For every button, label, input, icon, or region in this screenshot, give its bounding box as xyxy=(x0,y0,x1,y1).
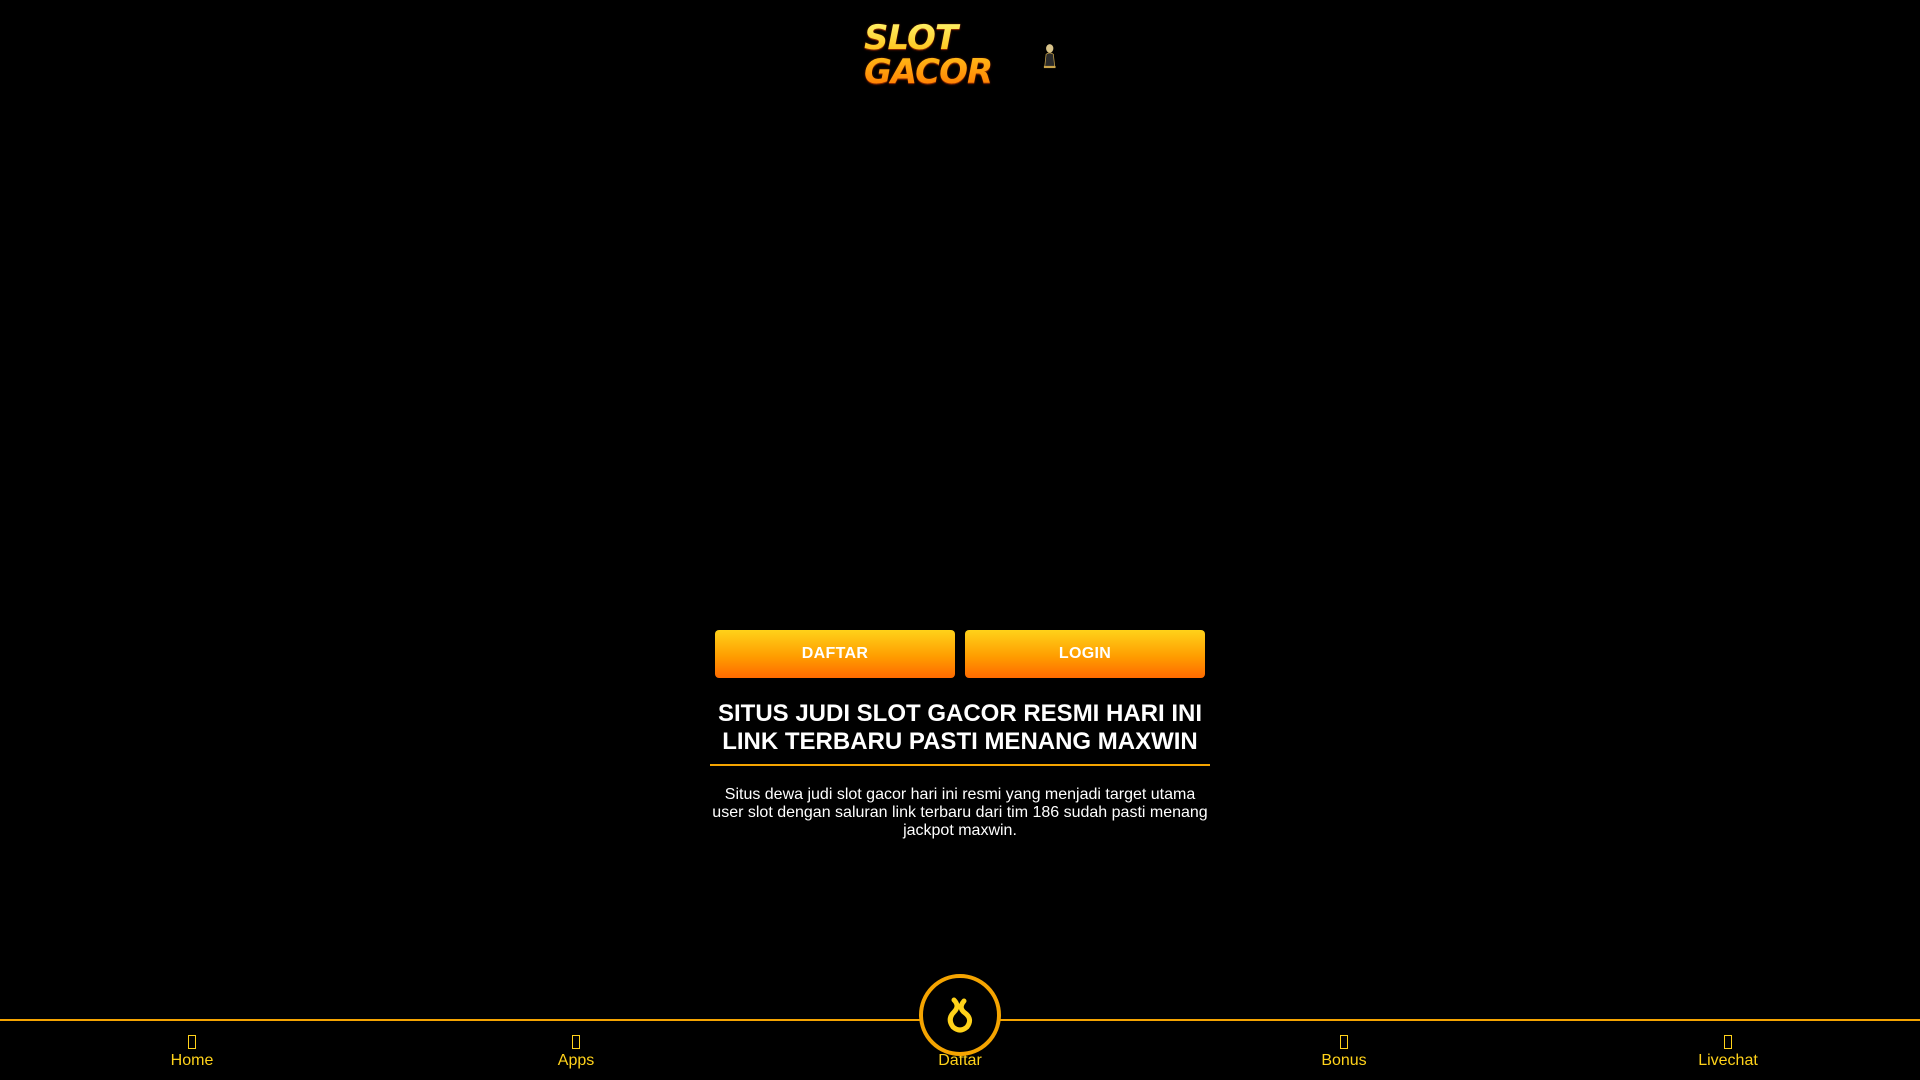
nav-item-apps[interactable]: Apps xyxy=(384,1021,768,1080)
nav-item-home[interactable]: Home xyxy=(0,1021,384,1080)
nav-item-bonus[interactable]: Bonus xyxy=(1152,1021,1536,1080)
daftar-icon xyxy=(947,997,973,1033)
nav-label-home: Home xyxy=(170,1052,214,1069)
nav-label-bonus: Bonus xyxy=(1321,1052,1367,1069)
login-button[interactable]: LOGIN xyxy=(965,630,1205,678)
logo-text: SLOT GACOR xyxy=(864,21,1033,89)
nav-label-livechat: Livechat xyxy=(1698,1052,1758,1069)
site-logo[interactable]: SLOT GACOR xyxy=(864,21,1058,89)
nav-label-apps: Apps xyxy=(557,1052,595,1069)
page-title: SITUS JUDI SLOT GACOR RESMI HARI INI LIN… xyxy=(717,700,1203,755)
daftar-button[interactable]: DAFTAR xyxy=(715,630,955,678)
daftar-fab-button[interactable] xyxy=(919,974,1001,1056)
apps-icon xyxy=(572,1035,580,1049)
mascot-icon xyxy=(1043,44,1056,69)
gift-icon xyxy=(1340,1035,1348,1049)
home-icon xyxy=(188,1035,196,1049)
chat-icon xyxy=(1724,1035,1732,1049)
nav-item-livechat[interactable]: Livechat xyxy=(1536,1021,1920,1080)
heading-section: SITUS JUDI SLOT GACOR RESMI HARI INI LIN… xyxy=(710,700,1210,766)
page-description: Situs dewa judi slot gacor hari ini resm… xyxy=(712,786,1208,839)
page: SLOT GACOR DAFTAR LOGIN SITUS JUDI SLOT … xyxy=(0,0,1920,1080)
auth-buttons: DAFTAR LOGIN xyxy=(715,630,1205,678)
